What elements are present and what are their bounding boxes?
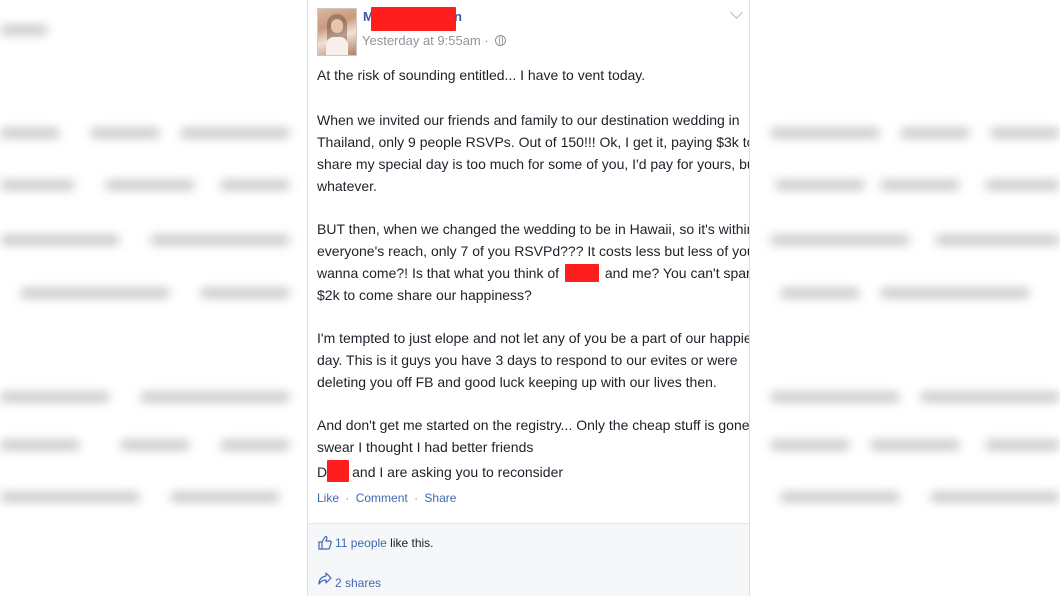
post-text-segment: wanna come?! Is that what you think of [317,265,560,281]
author-name-redaction [371,7,456,31]
meta-separator: · [484,33,489,48]
like-link[interactable]: Like [317,491,339,505]
shares-count-link[interactable]: 2 shares [335,576,381,590]
post-text-line: I'm tempted to just elope and not let an… [317,330,750,346]
post-meta: Yesterday at 9:55am · [362,33,507,48]
post-text-line: swear I thought I had better friends [317,439,534,455]
avatar[interactable] [317,8,357,56]
partner-name-redaction [564,264,599,282]
likes-suffix: like this. [386,536,434,550]
post-actions: Like · Comment · Share [317,491,456,505]
post-text-line: whatever. [317,178,377,194]
post-text-line: Thailand, only 9 people RSVPs. Out of 15… [317,134,750,150]
chevron-down-icon[interactable] [730,6,743,19]
thumbs-up-icon [318,535,332,550]
post-text-line: $2k to come share our happiness? [317,287,532,303]
post-text-segment: and me? You can't spare [604,265,750,281]
likes-count-link[interactable]: 11 people [335,536,387,550]
post-text-line: everyone's reach, only 7 of you RSVPd???… [317,243,750,259]
post-text-line: deleting you off FB and good luck keepin… [317,374,717,390]
post-text-line: share my special day is too much for som… [317,156,750,172]
share-link[interactable]: Share [424,491,456,505]
post-text-line: day. This is it guys you have 3 days to … [317,352,738,368]
post-text-segment: D [317,464,328,480]
author-name-last-letter[interactable]: n [454,9,462,24]
post-text-line: When we invited our friends and family t… [317,112,740,128]
likes-text: 11 people like this. [335,536,434,550]
action-separator: · [414,491,419,505]
post-timestamp[interactable]: Yesterday at 9:55am [362,33,481,48]
post-text-segment: and I are asking you to reconsider [352,464,564,480]
post-text-line: Dand I are asking you to reconsider [317,460,563,482]
post-text-line: BUT then, when we changed the wedding to… [317,221,750,237]
globe-icon[interactable] [495,35,507,46]
likes-summary: 11 people like this. [308,523,749,564]
post-text-line: At the risk of sounding entitled... I ha… [317,67,646,83]
post-text-line: And don't get me started on the registry… [317,417,750,433]
comment-link[interactable]: Comment [356,491,408,505]
action-separator: · [345,491,350,505]
share-arrow-icon [318,572,332,585]
facebook-post-card: M n Yesterday at 9:55am · At the risk of… [307,0,750,596]
partner-name-redaction [327,460,350,482]
post-text-line: wanna come?! Is that what you think of a… [317,264,750,282]
shares-summary: 2 shares [308,563,749,596]
